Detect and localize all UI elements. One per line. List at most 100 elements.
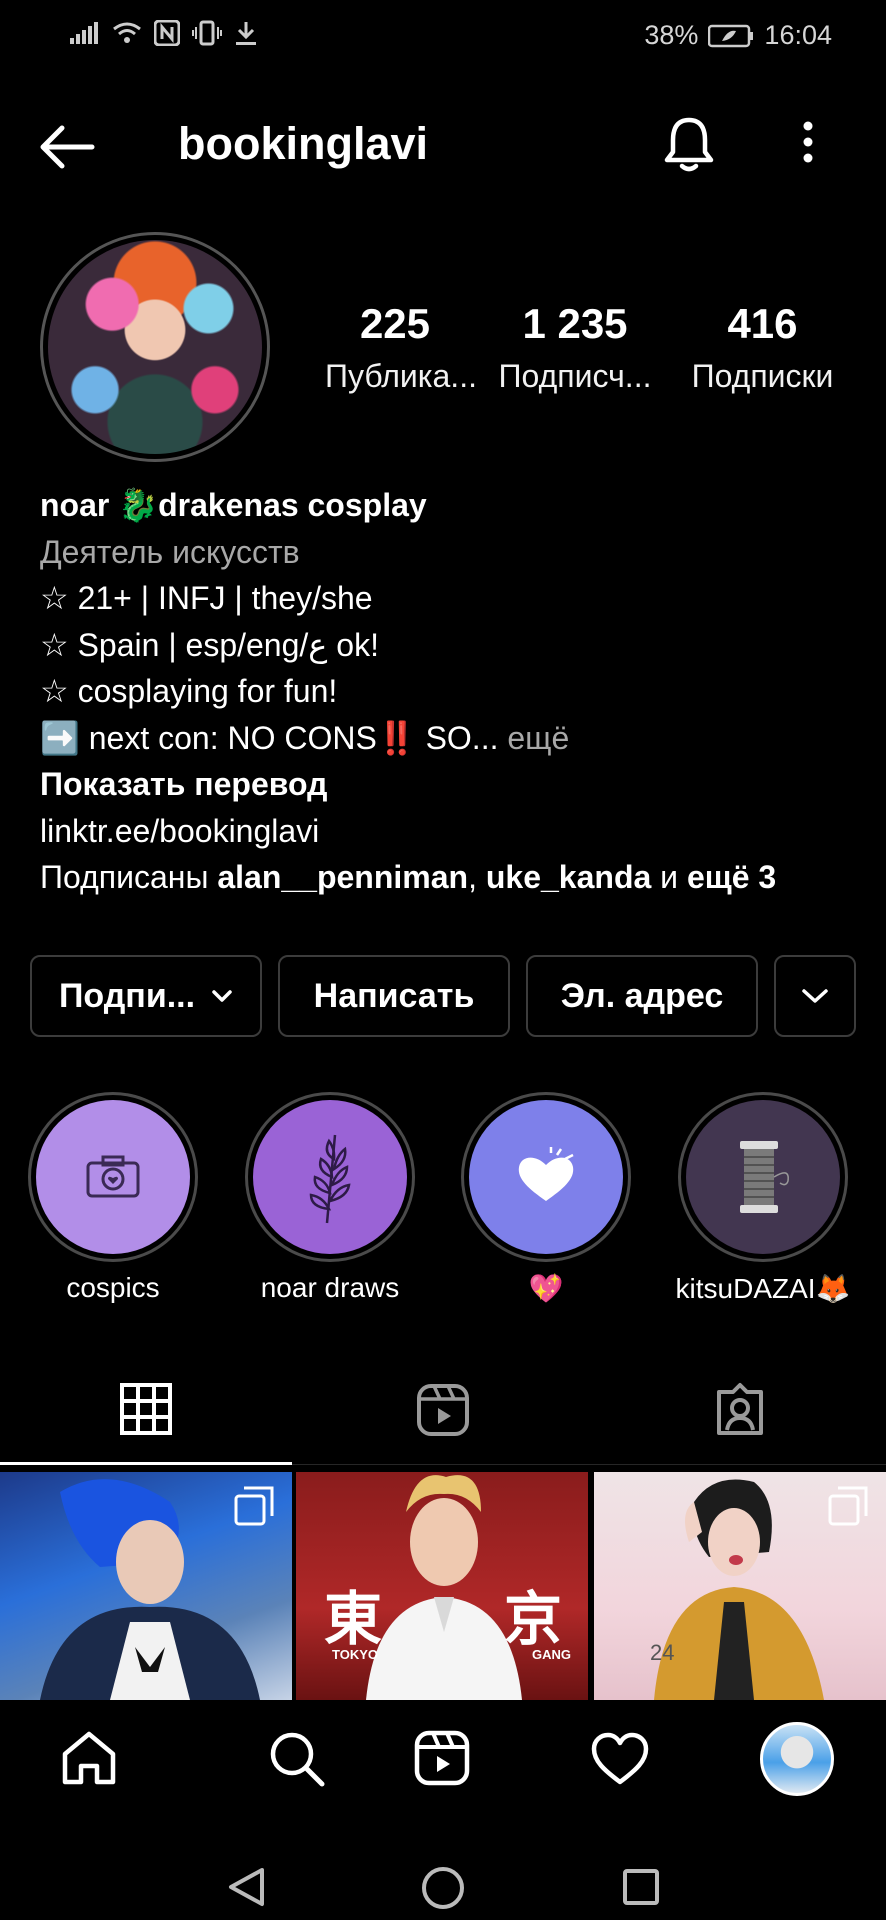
highlight-label: kitsuDAZAI🦊 (675, 1273, 851, 1304)
avatar[interactable] (48, 240, 262, 454)
followed-by-sep: , (468, 859, 486, 895)
followers-count[interactable]: 1 235 Подписч... (490, 300, 660, 395)
nav-home[interactable] (60, 1730, 118, 1786)
thread-spool-icon (740, 1141, 789, 1213)
poster-glyph: 京 (504, 1585, 563, 1653)
home-icon (62, 1731, 116, 1785)
following-button-label: Подпи... (58, 976, 196, 1015)
category-label: Деятель искусств (40, 533, 300, 570)
triangle-back-icon (229, 1868, 264, 1906)
vibrate-icon (192, 20, 222, 46)
reels-icon (417, 1384, 469, 1436)
nav-activity[interactable] (590, 1732, 650, 1786)
battery-icon (708, 24, 754, 47)
heart-icon (518, 1147, 574, 1201)
poster-number: 24 (650, 1640, 675, 1665)
profile-username: bookinglavi (178, 118, 429, 169)
chevron-down-icon (212, 990, 232, 1002)
posts-count-label: Публика... (325, 358, 477, 394)
back-button[interactable] (38, 124, 96, 170)
signal-icon (70, 22, 98, 44)
profile-link[interactable]: linktr.ee/bookinglavi (40, 808, 860, 855)
active-tab-indicator (0, 1462, 292, 1465)
reels-icon (414, 1730, 470, 1786)
highlight-cospics[interactable] (36, 1100, 190, 1254)
bio-next-con-line: ➡️ next con: NO CONS‼️ SO... ещё (40, 715, 860, 762)
followers-count-value: 1 235 (522, 300, 628, 347)
bio-line: ☆ Spain | esp/eng/ع ok! (40, 626, 379, 663)
wifi-icon (113, 22, 141, 43)
tagged-person-icon (717, 1383, 763, 1435)
post-thumbnail[interactable]: 24 (594, 1472, 886, 1700)
chevron-down-icon (802, 989, 828, 1003)
circle-home-icon (422, 1867, 464, 1909)
status-icons-left (70, 20, 258, 46)
following-count-label: Подписки (691, 358, 834, 394)
bio-line: ☆ cosplaying for fun! (40, 673, 338, 709)
nav-reels[interactable] (414, 1730, 470, 1786)
status-icons-right: 38% 16:04 (644, 20, 832, 51)
poster-caption: TOKYO (332, 1647, 378, 1662)
more-options-button[interactable] (796, 120, 820, 164)
show-translation-link[interactable]: Показать перевод (40, 761, 860, 808)
grid-tab[interactable] (120, 1383, 172, 1435)
bell-icon (664, 117, 714, 172)
poster-glyph: 東 (324, 1585, 383, 1653)
system-recents-button[interactable] (622, 1868, 660, 1906)
download-icon (236, 22, 256, 45)
notifications-button[interactable] (662, 114, 716, 174)
next-con-text: ➡️ next con: NO CONS‼️ SO... (40, 719, 499, 756)
following-count-value: 416 (727, 300, 798, 347)
highlight-heart[interactable] (469, 1100, 623, 1254)
following-dropdown-button[interactable]: Подпи... (30, 955, 262, 1037)
multiple-photos-icon (828, 1486, 868, 1526)
reels-tab[interactable] (416, 1383, 470, 1437)
battery-percent: 38% (644, 20, 699, 50)
leaf-icon (309, 1134, 351, 1224)
clock: 16:04 (764, 20, 832, 50)
message-button[interactable]: Написать (278, 955, 510, 1037)
suggested-accounts-button[interactable] (774, 955, 856, 1037)
posts-count-value: 225 (359, 300, 431, 347)
system-navigation-bar (0, 1820, 886, 1920)
followed-by-prefix: Подписаны (40, 859, 218, 895)
nav-search[interactable] (268, 1730, 326, 1788)
highlight-label: noar draws (260, 1272, 400, 1303)
tagged-tab[interactable] (713, 1382, 767, 1436)
bio-more-link[interactable]: ещё (507, 720, 569, 756)
followed-by-and: и (651, 859, 687, 895)
back-arrow-icon (40, 125, 95, 169)
display-name: noar 🐉drakenas cosplay (40, 487, 427, 523)
followed-by-user[interactable]: alan__penniman (217, 859, 468, 895)
post-thumbnail[interactable] (0, 1472, 292, 1700)
posts-count[interactable]: 225 Публика... (325, 300, 477, 395)
system-back-button[interactable] (226, 1866, 266, 1908)
bottom-navigation (0, 1700, 886, 1820)
email-button[interactable]: Эл. адрес (526, 955, 758, 1037)
followed-by[interactable]: Подписаны alan__penniman, uke_kanda и ещ… (40, 854, 860, 901)
tab-divider (292, 1464, 886, 1465)
followed-by-more[interactable]: ещё 3 (687, 859, 776, 895)
square-recents-icon (623, 1869, 659, 1905)
message-button-label: Написать (313, 976, 475, 1015)
multiple-photos-icon (234, 1486, 274, 1526)
highlight-label: 💖 (528, 1273, 564, 1304)
email-button-label: Эл. адрес (560, 976, 724, 1015)
following-count[interactable]: 416 Подписки (680, 300, 845, 395)
kebab-menu-icon (803, 121, 813, 163)
highlight-noar-draws[interactable] (253, 1100, 407, 1254)
camera-icon (86, 1155, 140, 1198)
followed-by-user[interactable]: uke_kanda (486, 859, 651, 895)
poster-caption: GANG (532, 1647, 571, 1662)
search-icon (270, 1732, 325, 1787)
highlight-kitsudazai[interactable] (686, 1100, 840, 1254)
profile-bio: noar 🐉drakenas cosplay Деятель искусств … (40, 482, 860, 901)
heart-outline-icon (591, 1732, 649, 1785)
highlight-label: cospics (66, 1272, 160, 1303)
bio-line: ☆ 21+ | INFJ | they/she (40, 580, 373, 616)
followers-count-label: Подписч... (498, 358, 652, 394)
grid-icon (120, 1383, 172, 1435)
system-home-button[interactable] (421, 1866, 465, 1910)
post-thumbnail[interactable]: 東 京 TOKYO GANG (296, 1472, 588, 1700)
nav-profile-avatar[interactable] (760, 1722, 834, 1796)
